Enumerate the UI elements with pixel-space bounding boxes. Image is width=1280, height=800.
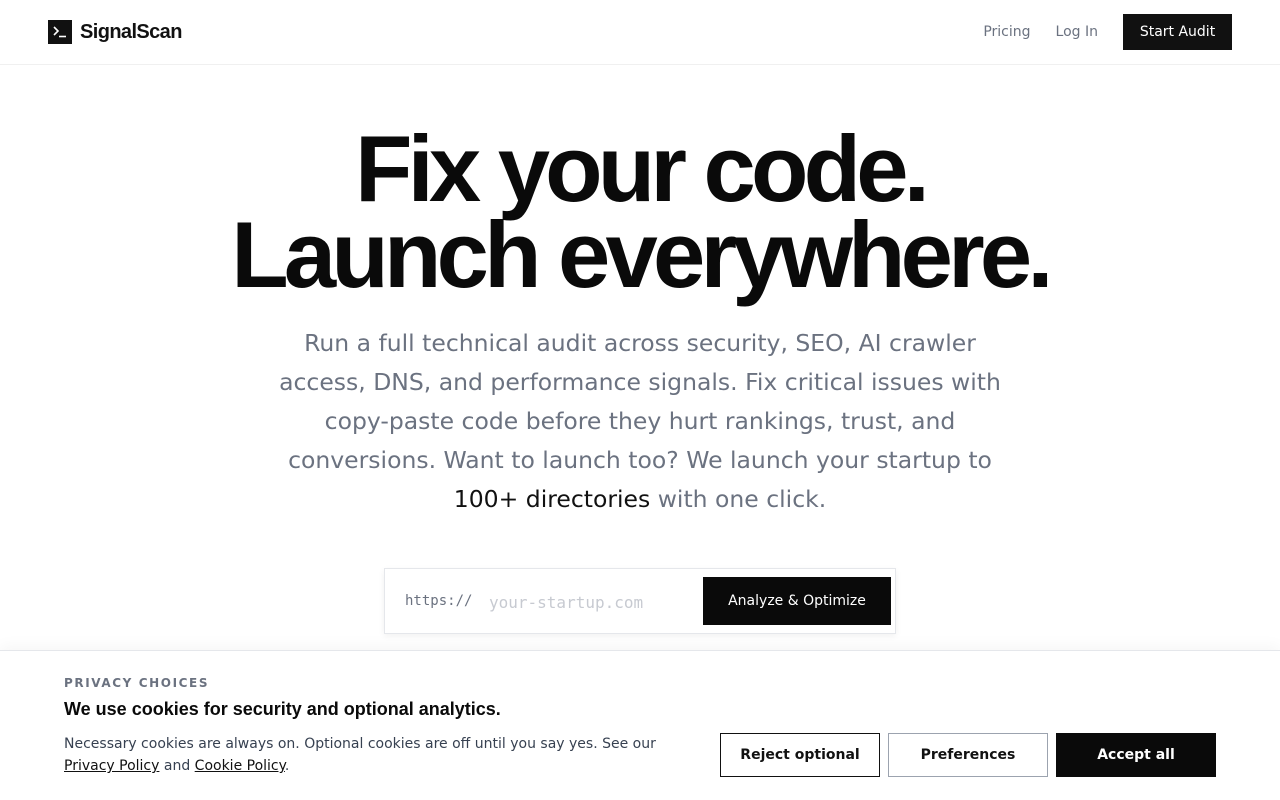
- brand-name: SignalScan: [80, 20, 182, 43]
- preferences-button[interactable]: Preferences: [888, 733, 1048, 777]
- brand-logo[interactable]: SignalScan: [48, 20, 182, 44]
- url-prefix: https://: [405, 593, 473, 609]
- cookie-text-end: .: [284, 758, 290, 774]
- hero-subtitle-text: Run a full technical audit across securi…: [279, 329, 1001, 474]
- hero-subtitle: Run a full technical audit across securi…: [265, 324, 1015, 519]
- reject-optional-button[interactable]: Reject optional: [720, 733, 880, 777]
- start-audit-button[interactable]: Start Audit: [1123, 14, 1232, 50]
- site-header: SignalScan Pricing Log In Start Audit: [0, 0, 1280, 65]
- analyze-optimize-button[interactable]: Analyze & Optimize: [703, 577, 891, 625]
- hero-title: Fix your code. Launch everywhere.: [0, 116, 1280, 307]
- cookie-banner: PRIVACY CHOICES We use cookies for secur…: [0, 650, 1280, 800]
- hero-subtitle-end: with one click.: [650, 485, 827, 513]
- nav-link-login[interactable]: Log In: [1056, 14, 1098, 50]
- terminal-prompt-icon: [48, 20, 72, 44]
- cookie-description: Necessary cookies are always on. Optiona…: [64, 733, 684, 777]
- hero-title-line2: Launch everywhere.: [231, 202, 1053, 307]
- cookie-title: We use cookies for security and optional…: [64, 699, 501, 719]
- top-nav: Pricing Log In Start Audit: [983, 14, 1232, 50]
- hero-subtitle-highlight: 100+ directories: [453, 485, 651, 513]
- url-audit-form: https:// Analyze & Optimize: [384, 568, 896, 634]
- cookie-text-main: Necessary cookies are always on. Optiona…: [64, 736, 656, 752]
- cookie-policy-link[interactable]: Cookie Policy: [195, 758, 285, 774]
- accept-all-button[interactable]: Accept all: [1056, 733, 1216, 777]
- nav-link-pricing[interactable]: Pricing: [983, 14, 1030, 50]
- privacy-policy-link[interactable]: Privacy Policy: [64, 758, 159, 774]
- url-input[interactable]: [489, 585, 685, 619]
- hero-title-line1: Fix your code.: [354, 116, 930, 221]
- cookie-eyebrow: PRIVACY CHOICES: [64, 676, 210, 690]
- cookie-text-and: and: [159, 758, 195, 774]
